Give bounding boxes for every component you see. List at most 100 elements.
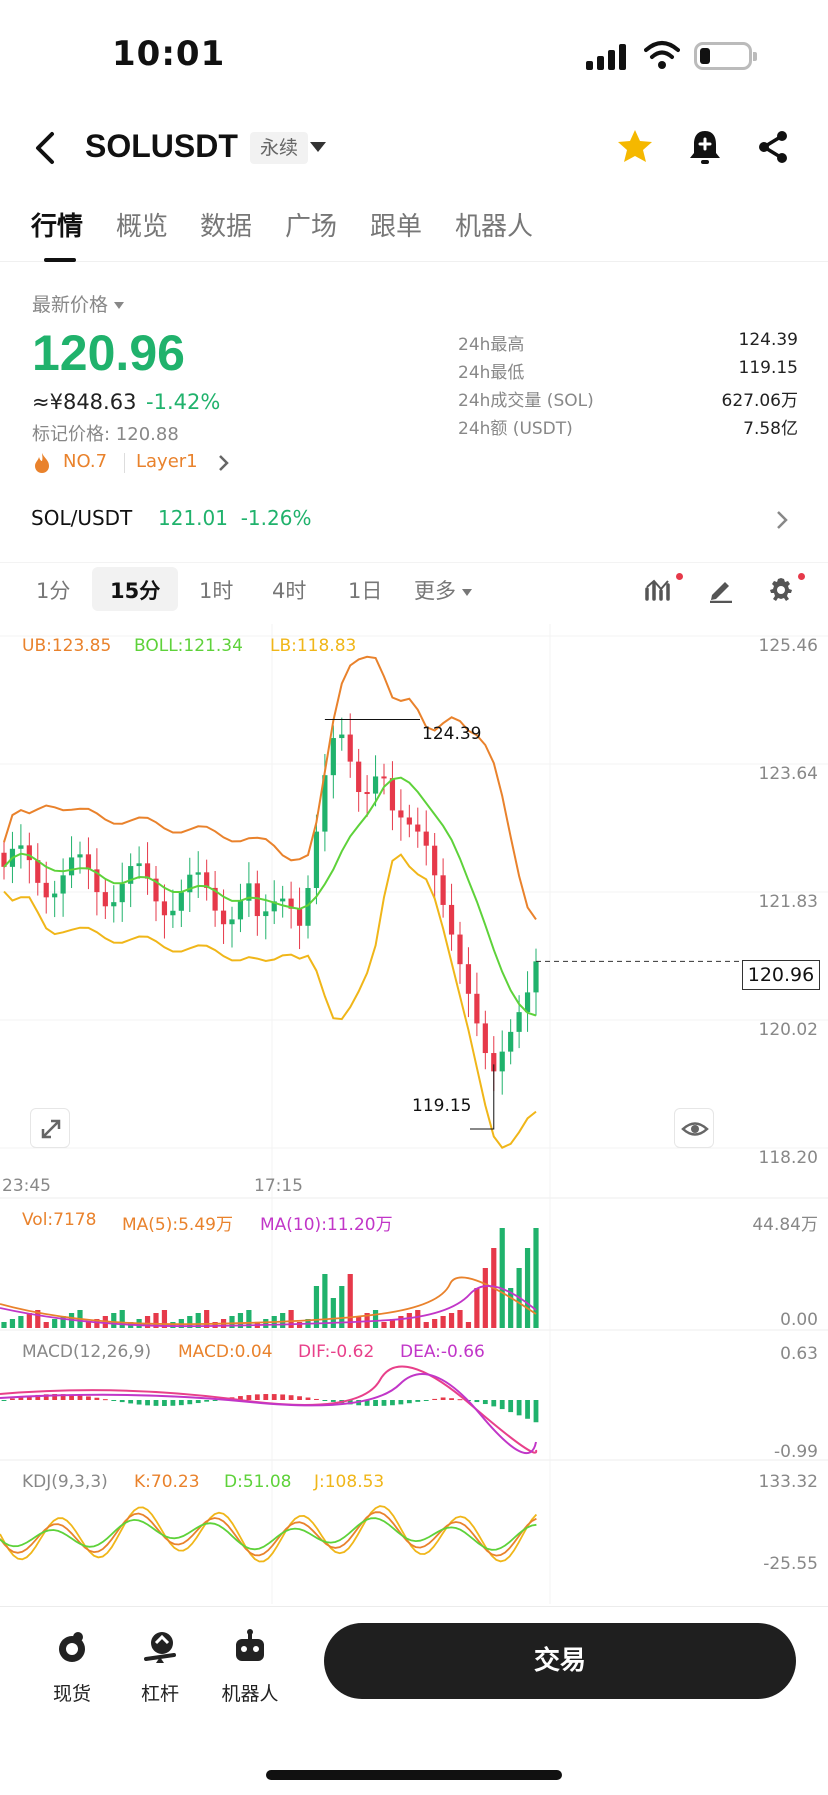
eye-icon [681,1122,709,1136]
main-tabs: 行情 概览 数据 广场 跟单 机器人 [0,200,828,262]
tab-overview[interactable]: 概览 [116,206,168,243]
price-axis-label: 120.02 [758,1020,818,1040]
nav-margin[interactable]: 杠杆 [122,1625,198,1705]
chevron-right-icon [219,455,229,471]
interval-more[interactable]: 更多 [414,575,472,605]
volume-bar [347,1274,353,1328]
candle-body [119,883,125,903]
candle-body [111,902,117,907]
indicator-icon[interactable] [644,575,674,603]
candle-body [372,776,379,794]
macd-histogram-bar [136,1400,142,1405]
macd-histogram-bar [330,1400,336,1402]
macd-value-legend: MACD:0.04 [178,1342,273,1362]
spot-pair-row[interactable]: SOL/USDT 121.01 -1.26% [0,502,828,540]
candle-body [68,857,75,876]
macd-histogram-bar [474,1400,480,1403]
pair-title[interactable]: SOLUSDT [85,128,238,165]
candle-body [254,883,260,917]
volume-bar [9,1319,16,1328]
nav-spot[interactable]: 现货 [34,1625,110,1705]
macd-histogram-bar [102,1399,108,1401]
trade-button[interactable]: 交易 [324,1623,796,1699]
candle-body [136,863,142,867]
nav-robot-label: 机器人 [221,1683,279,1705]
candle-body [356,761,362,793]
macd-histogram-bar [482,1400,488,1405]
price-alert-icon[interactable] [688,128,722,166]
tab-data[interactable]: 数据 [200,206,252,243]
macd-histogram-bar [423,1400,429,1401]
candle-body [102,892,108,907]
candle-body [85,854,92,870]
candle-body [364,792,370,795]
volume-bar [381,1322,387,1328]
favorite-star-icon[interactable] [616,128,654,166]
macd-histogram-bar [246,1395,252,1400]
candle-body [35,860,41,883]
interval-1h[interactable]: 1时 [199,575,233,605]
tab-square[interactable]: 广场 [285,206,337,243]
fullscreen-button[interactable] [30,1108,70,1148]
candle-body [237,900,244,920]
macd-histogram-bar [128,1400,134,1404]
macd-histogram-bar [499,1400,505,1410]
interval-4h[interactable]: 4时 [272,575,306,605]
spot-change: -1.26% [240,506,312,530]
macd-axis-label: 0.63 [780,1344,818,1364]
tab-market[interactable]: 行情 [31,206,83,243]
candle-body [465,964,472,994]
candle-body [60,875,66,894]
macd-histogram-bar [119,1400,125,1403]
macd-dea-line [0,1373,537,1454]
macd-histogram-bar [271,1394,277,1400]
volume-bar [85,1322,92,1328]
volume-bar [52,1319,58,1328]
pair-dropdown-icon[interactable] [310,142,326,152]
toggle-visibility-button[interactable] [674,1108,714,1148]
nav-robot[interactable]: 机器人 [212,1625,288,1705]
stat-label: 24h额 (USDT) [458,419,573,439]
boll-mid-legend: BOLL:121.34 [134,636,243,656]
spot-icon [59,1632,85,1662]
kline-chart[interactable]: UB:123.85 BOLL:121.34 LB:118.83 125.46 1… [0,624,828,1604]
share-icon[interactable] [756,128,790,166]
nav-margin-label: 杠杆 [140,1683,179,1705]
boll-lb-legend: LB:118.83 [270,636,357,656]
volume-bar [448,1313,455,1328]
candle-body [482,1023,488,1054]
caret-down-icon [114,302,125,309]
interval-15m[interactable]: 15分 [110,575,160,605]
flame-icon [35,453,49,473]
macd-histogram-bar [373,1400,378,1406]
macd-histogram-bar [381,1400,387,1406]
candle-body [516,1012,522,1032]
macd-histogram-bar [145,1400,150,1406]
tab-bots[interactable]: 机器人 [455,206,533,243]
back-icon[interactable] [28,128,64,168]
stat-value: 7.58亿 [743,419,798,439]
volume-bar [119,1310,125,1328]
price-axis-label: 125.46 [758,636,818,656]
volume-bar [288,1310,294,1328]
volume-bar [296,1322,303,1328]
volume-ma5-legend: MA(5):5.49万 [122,1215,233,1235]
kdj-d-legend: D:51.08 [224,1472,292,1492]
drawing-pen-icon[interactable] [706,575,736,603]
candle-body [161,901,168,916]
macd-histogram-bar [212,1400,218,1401]
tab-copy-trading[interactable]: 跟单 [370,206,422,243]
interval-selector: 1分 15分 1时 4时 1日 更多 [0,562,828,611]
interval-1m[interactable]: 1分 [36,575,70,605]
price-summary: 最新价格 120.96 ≈¥848.63 -1.42% 标记价格: 120.88… [0,280,828,480]
latest-price-selector[interactable]: 最新价格 [32,290,125,317]
candle-body [296,908,303,926]
kdj-axis-label: 133.32 [758,1472,818,1492]
margin-icon [144,1632,176,1663]
volume-bar [415,1310,421,1328]
interval-1d[interactable]: 1日 [348,575,382,605]
stat-value: 124.39 [738,330,798,350]
settings-gear-icon[interactable] [766,575,796,603]
kdj-j-legend: J:108.53 [314,1472,385,1492]
volume-bar [263,1319,269,1328]
